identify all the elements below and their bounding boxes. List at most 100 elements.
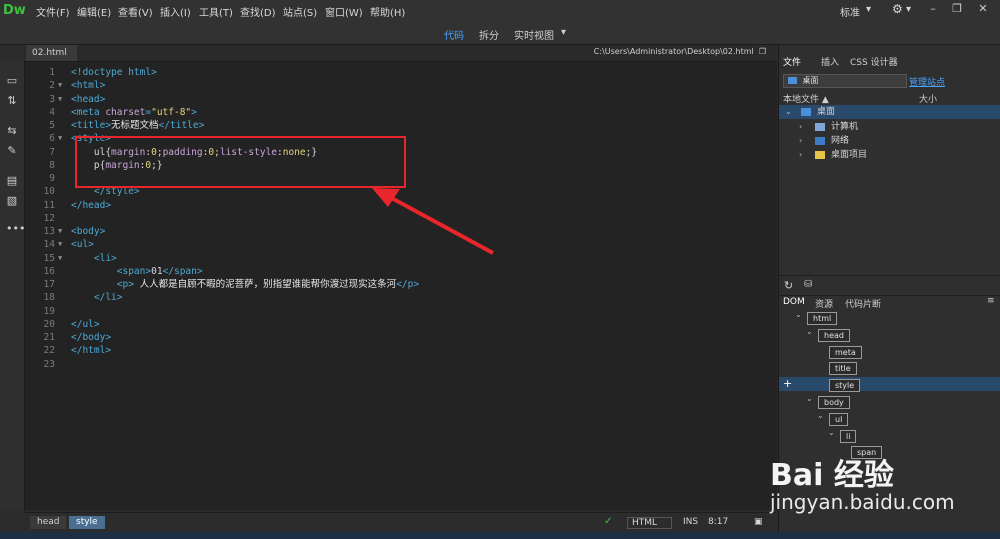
menu-window[interactable]: 窗口(W) — [325, 4, 363, 19]
open-documents-icon[interactable]: ▭ — [6, 75, 18, 87]
restore-icon[interactable]: ❐ — [946, 2, 968, 18]
expand-icon[interactable]: ⇆ — [6, 125, 18, 137]
line-number: 6 — [49, 133, 55, 145]
code-line[interactable]: 21 </body> — [25, 331, 765, 344]
menu-insert[interactable]: 插入(I) — [160, 4, 191, 19]
code-editor[interactable]: 1 <!doctype html> 2 ▼ <html> 3 ▼ <head> 4 <meta c… — [25, 62, 777, 510]
chevron-right-icon[interactable]: › — [799, 148, 802, 162]
fold-toggle-icon[interactable]: ▼ — [58, 238, 66, 251]
line-number: 9 — [49, 173, 55, 184]
cursor-position: 8:17 — [708, 517, 729, 527]
add-element-icon[interactable]: + — [783, 377, 792, 390]
tag-selector-head[interactable]: head — [30, 516, 67, 529]
code-line[interactable]: 20 </ul> — [25, 318, 765, 331]
tab-snippets[interactable]: 代码片断 — [845, 297, 881, 310]
column-local-files[interactable]: 本地文件 ▲ — [783, 92, 829, 105]
chevron-down-icon[interactable]: ⌄ — [806, 394, 813, 403]
code-view-button[interactable]: 代码 — [444, 27, 464, 42]
site-location-select[interactable]: 桌面 — [783, 74, 907, 88]
live-view-button[interactable]: 实时视图 — [514, 27, 554, 42]
preview-icon[interactable]: ▣ — [754, 517, 763, 527]
document-tab[interactable]: 02.html — [26, 45, 77, 61]
dom-node-body[interactable]: body — [818, 396, 850, 409]
menu-edit[interactable]: 编辑(E) — [77, 4, 111, 19]
dom-node-head[interactable]: head — [818, 328, 850, 342]
dom-node-style[interactable]: style — [829, 379, 861, 393]
column-size[interactable]: 大小 — [919, 92, 937, 105]
dom-node-html[interactable]: html — [807, 312, 838, 325]
code-line[interactable]: 22 </html> — [25, 344, 765, 357]
code-text: <p> 人人都是自顾不暇的泥菩萨，别指望谁能帮你渡过现实这条河</p> — [116, 279, 420, 290]
manage-sites-link[interactable]: 管理站点 — [909, 75, 945, 88]
format-icon[interactable]: ✎ — [6, 145, 18, 157]
code-line[interactable]: 19 — [25, 305, 765, 318]
line-number: 7 — [49, 146, 55, 158]
code-line[interactable]: 17 <p> 人人都是自顾不暇的泥菩萨，别指望谁能帮你渡过现实这条河</p> — [25, 278, 765, 291]
code-text: <html> — [71, 80, 106, 92]
tab-files[interactable]: 文件 — [783, 55, 801, 68]
restore-doc-icon[interactable]: ❐ — [756, 47, 766, 56]
document-type-select[interactable]: HTML — [627, 517, 673, 529]
more-tools-icon[interactable]: ••• — [6, 223, 25, 235]
connect-icon[interactable]: ⛁ — [804, 279, 812, 290]
gear-icon[interactable]: ⚙ — [892, 2, 903, 16]
dom-node-ul[interactable]: ul — [829, 412, 849, 426]
menu-help[interactable]: 帮助(H) — [370, 4, 405, 19]
workspace-caret-icon[interactable]: ▾ — [866, 4, 871, 15]
code-line[interactable]: 18 </li> — [25, 291, 765, 304]
comment-icon[interactable]: ▤ — [6, 175, 18, 187]
settings-caret-icon[interactable]: ▾ — [906, 4, 911, 15]
dom-node-li[interactable]: li — [840, 429, 857, 443]
fold-toggle-icon[interactable]: ▼ — [58, 225, 66, 238]
tree-item-desktop[interactable]: ⌄ 桌面 — [779, 105, 1000, 119]
code-line[interactable]: 23 — [25, 358, 765, 371]
code-line[interactable]: 1 <!doctype html> — [25, 66, 765, 79]
panel-menu-icon[interactable]: ≡ — [987, 296, 995, 306]
chevron-right-icon[interactable]: › — [799, 134, 802, 148]
split-view-button[interactable]: 拆分 — [479, 27, 499, 42]
live-view-caret-icon[interactable]: ▾ — [561, 27, 566, 38]
menu-view[interactable]: 查看(V) — [118, 4, 153, 19]
menu-file[interactable]: 文件(F) — [36, 4, 70, 19]
code-line[interactable]: 5 <title>无标题文档</title> — [25, 119, 765, 132]
tab-insert[interactable]: 插入 — [821, 55, 839, 68]
fold-toggle-icon[interactable]: ▼ — [58, 93, 66, 106]
menu-tools[interactable]: 工具(T) — [199, 4, 233, 19]
workspace-switcher[interactable]: 标准 — [840, 4, 860, 19]
line-number: 19 — [43, 305, 55, 317]
remove-comment-icon[interactable]: ▧ — [6, 195, 18, 207]
tree-item-computer[interactable]: › 计算机 — [779, 120, 1000, 134]
panel-divider — [779, 295, 1000, 296]
fold-toggle-icon[interactable]: ▼ — [58, 252, 66, 265]
menu-site[interactable]: 站点(S) — [283, 4, 317, 19]
chevron-down-icon[interactable]: ⌄ — [795, 310, 802, 319]
code-line[interactable]: 16 <span>01</span> — [25, 265, 765, 278]
chevron-right-icon[interactable]: › — [799, 120, 802, 134]
chevron-down-icon[interactable]: ⌄ — [828, 428, 835, 437]
chevron-down-icon[interactable]: ⌄ — [785, 105, 792, 119]
menu-find[interactable]: 查找(D) — [240, 4, 276, 19]
code-line[interactable]: 4 <meta charset="utf-8"> — [25, 106, 765, 119]
close-icon[interactable]: ✕ — [972, 2, 994, 18]
tree-item-network[interactable]: › 网络 — [779, 134, 1000, 148]
code-text: </li> — [93, 292, 123, 304]
dom-node-title[interactable]: title — [829, 362, 857, 376]
dom-node-meta[interactable]: meta — [829, 345, 862, 359]
tab-css-designer[interactable]: CSS 设计器 — [850, 55, 898, 68]
line-number: 20 — [43, 318, 55, 330]
chevron-down-icon[interactable]: ⌄ — [806, 327, 813, 336]
tab-dom[interactable]: DOM — [783, 297, 805, 307]
chevron-down-icon[interactable]: ⌄ — [817, 411, 824, 420]
code-line[interactable]: 3 ▼ <head> — [25, 93, 765, 106]
sort-icon[interactable]: ⇅ — [6, 95, 18, 107]
desktop-icon — [788, 77, 797, 84]
minimize-icon[interactable]: – — [922, 2, 944, 18]
refresh-icon[interactable]: ↻ — [784, 279, 793, 292]
fold-toggle-icon[interactable]: ▼ — [58, 79, 66, 92]
tree-item-desktop-items[interactable]: › 桌面项目 — [779, 148, 1000, 162]
code-line[interactable]: 2 ▼ <html> — [25, 79, 765, 92]
code-text: </html> — [71, 345, 112, 357]
tab-assets[interactable]: 资源 — [815, 297, 833, 310]
fold-toggle-icon[interactable]: ▼ — [58, 132, 66, 145]
tag-selector-style[interactable]: style — [69, 516, 105, 529]
